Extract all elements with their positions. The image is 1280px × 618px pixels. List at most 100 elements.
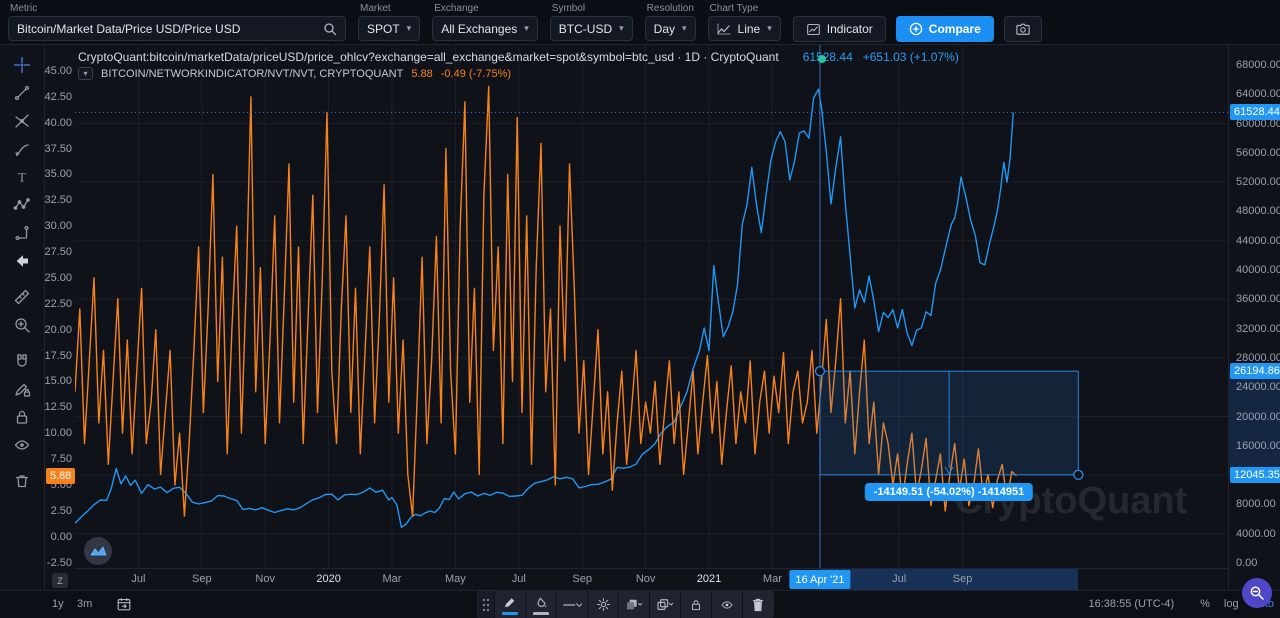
measure-result-badge: -14149.51 (-54.02%) -1414951 bbox=[865, 483, 1033, 501]
toolbar-buttons: Indicator Compare bbox=[793, 3, 1042, 42]
metric-search-input[interactable]: Bitcoin/Market Data/Price USD/Price USD bbox=[8, 16, 346, 41]
line-style-button[interactable] bbox=[557, 591, 587, 618]
go-to-date-button[interactable] bbox=[116, 596, 132, 615]
line-color-button[interactable] bbox=[495, 591, 525, 618]
text-tool-button[interactable]: T bbox=[5, 163, 39, 191]
zoom-in-tool-button[interactable] bbox=[5, 311, 39, 339]
time-axis-tick: 2021 bbox=[697, 573, 721, 585]
resolution-select[interactable]: Day ▾ bbox=[645, 16, 696, 41]
exchange-group: Exchange All Exchanges ▾ bbox=[432, 3, 538, 41]
remove-drawings-button[interactable] bbox=[5, 467, 39, 495]
right-axis-tick: 68000.00 bbox=[1236, 59, 1280, 71]
chart-plot-area[interactable]: CryptoQuant bbox=[75, 45, 1228, 568]
legend-nvt-change: -0.49 (-7.75%) bbox=[441, 68, 511, 80]
metric-value: Bitcoin/Market Data/Price USD/Price USD bbox=[17, 22, 240, 36]
market-label: Market bbox=[358, 3, 420, 14]
legend-change: +651.03 (+1.07%) bbox=[863, 50, 959, 64]
range-1y-button[interactable]: 1y bbox=[52, 598, 64, 610]
chart-type-label: Chart Type bbox=[708, 3, 781, 14]
settings-gear-button[interactable] bbox=[588, 591, 618, 618]
left-axis-tick: 42.50 bbox=[44, 91, 72, 103]
legend-source-text: CryptoQuant:bitcoin/marketData/priceUSD/… bbox=[78, 50, 779, 64]
drawing-mode-lock-button[interactable] bbox=[5, 375, 39, 403]
market-group: Market SPOT ▾ bbox=[358, 3, 420, 41]
right-axis-tick: 48000.00 bbox=[1236, 205, 1280, 217]
legend-nvt-value: 5.88 bbox=[411, 68, 432, 80]
range-3m-button[interactable]: 3m bbox=[77, 598, 92, 610]
series-marker-dot-icon bbox=[818, 55, 826, 63]
lock-all-drawings-button[interactable] bbox=[5, 403, 39, 431]
legend-indicator-text: BITCOIN/NETWORKINDICATOR/NVT/NVT, CRYPTO… bbox=[101, 68, 403, 80]
time-axis-tick: May bbox=[445, 573, 466, 585]
price-badge: 12045.35 bbox=[1230, 467, 1280, 483]
time-axis[interactable]: JulSepNov2020MarMayJulSepNov2021MarJulSe… bbox=[75, 568, 1228, 590]
left-axis-tick: 20.00 bbox=[44, 324, 72, 336]
clock-label: 16:38:55 (UTC-4) bbox=[1089, 598, 1175, 610]
magnet-tool-button[interactable] bbox=[5, 347, 39, 375]
compare-button[interactable]: Compare bbox=[896, 16, 994, 42]
resolution-group: Resolution Day ▾ bbox=[645, 3, 696, 41]
right-axis-tick: 44000.00 bbox=[1236, 235, 1280, 247]
indicator-icon bbox=[806, 22, 821, 37]
hide-drawings-button[interactable] bbox=[5, 431, 39, 459]
palette-drag-handle[interactable] bbox=[478, 591, 494, 618]
shortcut-z-badge: Z bbox=[52, 573, 68, 588]
left-axis-tick: 10.00 bbox=[44, 427, 72, 439]
exchange-label: Exchange bbox=[432, 3, 538, 14]
metric-group: Metric Bitcoin/Market Data/Price USD/Pri… bbox=[8, 3, 346, 41]
trend-line-tool-button[interactable] bbox=[5, 79, 39, 107]
left-axis-tick: 7.50 bbox=[51, 453, 72, 465]
percent-scale-button[interactable]: % bbox=[1200, 598, 1210, 610]
hide-drawing-button[interactable] bbox=[712, 591, 742, 618]
projection-tool-button[interactable] bbox=[5, 219, 39, 247]
visual-order-button[interactable] bbox=[619, 591, 649, 618]
camera-icon bbox=[1015, 22, 1031, 36]
time-axis-tick: Mar bbox=[763, 573, 782, 585]
clone-button[interactable] bbox=[650, 591, 680, 618]
zoom-out-fab-button[interactable] bbox=[1242, 578, 1272, 608]
drawing-toolbar: T bbox=[0, 45, 45, 590]
time-axis-tick: Nov bbox=[636, 573, 656, 585]
chart-type-group: Chart Type Line ▾ bbox=[708, 3, 781, 41]
indicator-button[interactable]: Indicator bbox=[793, 16, 886, 42]
exchange-select[interactable]: All Exchanges ▾ bbox=[432, 16, 538, 41]
symbol-select[interactable]: BTC-USD ▾ bbox=[550, 16, 633, 41]
right-axis-tick: 16000.00 bbox=[1236, 440, 1280, 452]
right-price-axis[interactable]: 68000.0064000.0060000.0056000.0052000.00… bbox=[1228, 45, 1280, 590]
cryptoquant-logo-button[interactable] bbox=[84, 537, 112, 565]
fill-color-button[interactable] bbox=[526, 591, 556, 618]
snapshot-button[interactable] bbox=[1004, 16, 1042, 42]
chevron-down-icon: ▾ bbox=[682, 24, 687, 33]
symbol-label: Symbol bbox=[550, 3, 633, 14]
measure-handle[interactable] bbox=[1074, 470, 1083, 479]
ruler-tool-button[interactable] bbox=[5, 283, 39, 311]
delete-drawing-button[interactable] bbox=[743, 591, 773, 618]
fill-color-swatch bbox=[533, 612, 549, 615]
collapse-arrow-button[interactable] bbox=[5, 247, 39, 275]
chart-type-select[interactable]: Line ▾ bbox=[708, 16, 781, 41]
left-axis-tick: 40.00 bbox=[44, 117, 72, 129]
legend-collapse-button[interactable]: ▾ bbox=[78, 67, 93, 80]
legend-price: 61528.44 bbox=[803, 50, 853, 64]
fib-tool-button[interactable] bbox=[5, 107, 39, 135]
log-scale-button[interactable]: log bbox=[1224, 598, 1239, 610]
time-axis-selection-band bbox=[820, 569, 1078, 591]
left-axis-tick: 2.50 bbox=[51, 505, 72, 517]
drawing-properties-palette bbox=[477, 590, 774, 618]
pattern-tool-button[interactable] bbox=[5, 191, 39, 219]
crosshair-tool-button[interactable] bbox=[5, 51, 39, 79]
measure-handle[interactable] bbox=[815, 367, 824, 376]
right-axis-tick: 32000.00 bbox=[1236, 323, 1280, 335]
search-icon bbox=[323, 22, 337, 36]
lock-drawing-button[interactable] bbox=[681, 591, 711, 618]
left-axis-tick: 25.00 bbox=[44, 272, 72, 284]
left-axis-tick: 27.50 bbox=[44, 246, 72, 258]
time-axis-tick: Sep bbox=[953, 573, 973, 585]
left-price-axis[interactable]: 45.0042.5040.0037.5035.0032.5030.0027.50… bbox=[45, 45, 75, 568]
right-axis-tick: 8000.00 bbox=[1236, 498, 1276, 510]
brush-tool-button[interactable] bbox=[5, 135, 39, 163]
market-select[interactable]: SPOT ▾ bbox=[358, 16, 420, 41]
resolution-label: Resolution bbox=[645, 3, 696, 14]
left-axis-tick: 22.50 bbox=[44, 298, 72, 310]
left-axis-tick: 37.50 bbox=[44, 143, 72, 155]
